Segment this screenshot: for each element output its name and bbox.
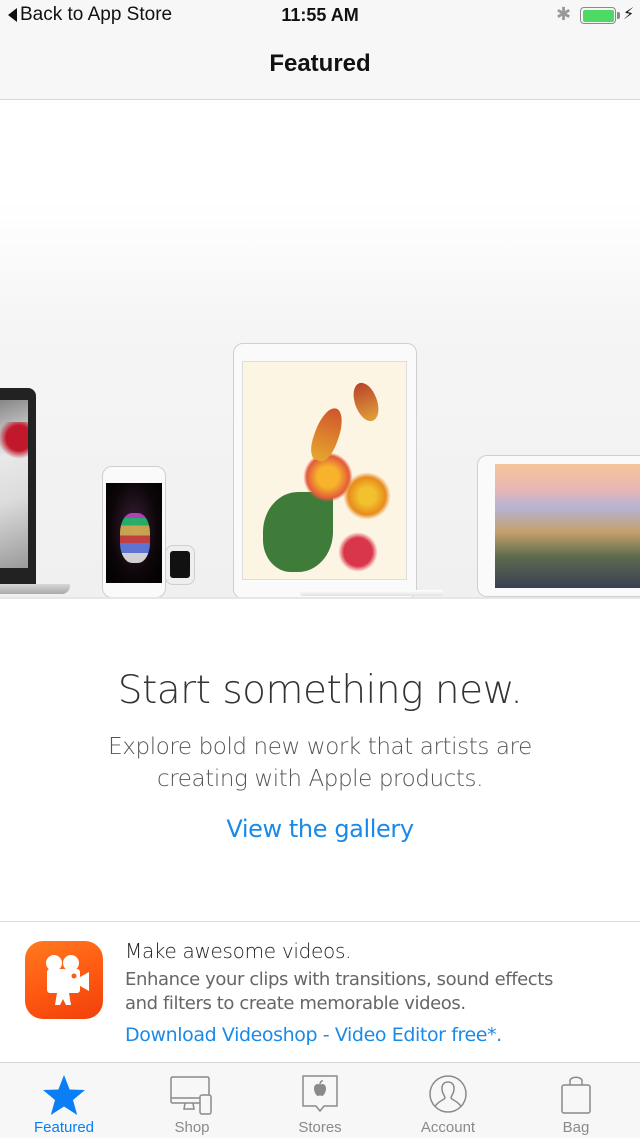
tab-label: Bag bbox=[562, 1119, 590, 1136]
promo-section: Start something new. Explore bold new wo… bbox=[0, 668, 640, 843]
download-videoshop-link[interactable]: Download Videoshop - Video Editor free*. bbox=[125, 1024, 625, 1046]
macbook-screen bbox=[0, 400, 28, 568]
battery-nub bbox=[617, 12, 620, 19]
tab-account[interactable]: Account bbox=[384, 1063, 512, 1138]
back-arrow-icon bbox=[8, 8, 17, 22]
app-ad-description-line: and filters to create memorable videos. bbox=[125, 993, 466, 1014]
ipad-image bbox=[477, 455, 640, 597]
back-to-app-store-button[interactable]: Back to App Store bbox=[8, 4, 172, 26]
hero-floor bbox=[0, 597, 640, 599]
status-bar: Back to App Store 11:55 AM ✱ ⚡ bbox=[0, 0, 640, 32]
tab-shop[interactable]: Shop bbox=[128, 1063, 256, 1138]
charging-bolt-icon: ⚡ bbox=[623, 6, 635, 23]
battery-icon bbox=[580, 7, 616, 24]
bag-icon bbox=[561, 1076, 591, 1114]
view-gallery-link[interactable]: View the gallery bbox=[226, 815, 414, 843]
apple-store-icon bbox=[302, 1075, 338, 1112]
tab-label: Stores bbox=[298, 1119, 342, 1136]
watch-screen bbox=[170, 551, 190, 578]
promo-description-line: creating with Apple products. bbox=[157, 766, 483, 792]
account-icon bbox=[429, 1075, 467, 1113]
promo-description: Explore bold new work that artists are c… bbox=[0, 731, 640, 795]
tab-bar: Featured Shop Stores Account Bag bbox=[0, 1062, 640, 1138]
videoshop-app-icon[interactable] bbox=[25, 941, 103, 1019]
iphone-art bbox=[120, 513, 150, 563]
tab-label: Featured bbox=[33, 1119, 95, 1136]
iphone-image bbox=[102, 466, 166, 598]
tab-label: Shop bbox=[174, 1119, 210, 1136]
promo-title: Start something new. bbox=[117, 668, 523, 713]
macbook-base bbox=[0, 584, 70, 594]
devices-icon bbox=[170, 1076, 212, 1115]
tab-bag[interactable]: Bag bbox=[512, 1063, 640, 1138]
bluetooth-icon: ✱ bbox=[556, 4, 572, 24]
battery-level bbox=[582, 9, 614, 22]
video-camera-icon bbox=[46, 955, 89, 1005]
page-title: Featured bbox=[269, 50, 371, 77]
app-ad-description-line: Enhance your clips with transitions, sou… bbox=[125, 969, 553, 990]
art-flower bbox=[338, 532, 378, 572]
ipad-pro-screen bbox=[242, 361, 407, 580]
art-flower bbox=[343, 472, 391, 520]
apple-pencil-image bbox=[300, 590, 444, 596]
app-ad-title: Make awesome videos. bbox=[125, 939, 352, 963]
macbook-art bbox=[0, 422, 28, 462]
ipad-pro-image bbox=[233, 343, 417, 599]
iphone-screen bbox=[106, 483, 162, 583]
app-ad-description: Enhance your clips with transitions, sou… bbox=[125, 968, 625, 1016]
promo-description-line: Explore bold new work that artists are bbox=[108, 734, 532, 760]
ipad-screen bbox=[495, 464, 640, 588]
star-icon bbox=[43, 1075, 85, 1115]
tab-featured[interactable]: Featured bbox=[0, 1063, 128, 1138]
app-ad-banner[interactable]: Make awesome videos. Enhance your clips … bbox=[0, 922, 640, 1062]
back-label: Back to App Store bbox=[20, 4, 173, 25]
art-bird bbox=[348, 379, 384, 425]
tab-label: Account bbox=[420, 1119, 476, 1136]
macbook-image bbox=[0, 388, 36, 584]
apple-watch-image bbox=[165, 545, 195, 585]
art-leaf bbox=[263, 492, 333, 572]
tab-stores[interactable]: Stores bbox=[256, 1063, 384, 1138]
top-bar: Back to App Store 11:55 AM ✱ ⚡ Featured bbox=[0, 0, 640, 100]
app-ad-text: Make awesome videos. Enhance your clips … bbox=[125, 939, 625, 1046]
